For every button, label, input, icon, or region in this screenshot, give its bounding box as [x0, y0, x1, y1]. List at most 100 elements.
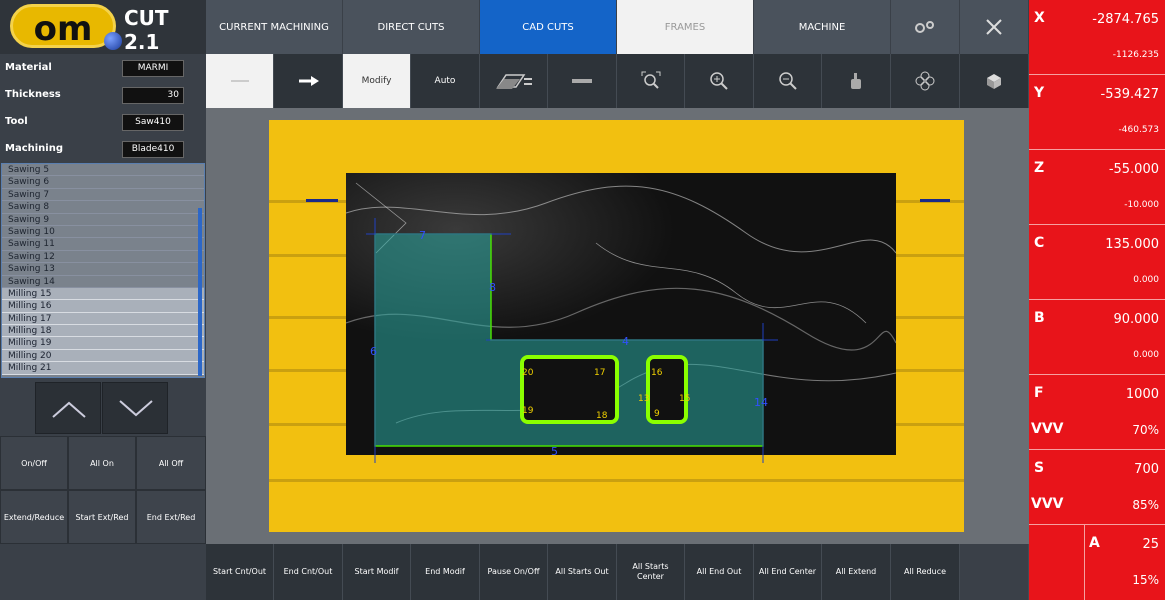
- all-off-button[interactable]: All Off: [136, 436, 206, 490]
- machining-field[interactable]: Blade410: [122, 141, 184, 158]
- pan-button[interactable]: [822, 54, 891, 108]
- all-end-out-button[interactable]: All End Out: [685, 544, 754, 600]
- list-item[interactable]: Sawing 9: [2, 214, 204, 226]
- cube-icon: [987, 74, 1001, 89]
- start-cnt-out-button[interactable]: Start Cnt/Out: [206, 544, 274, 600]
- speed-override-percent[interactable]: 85%: [1132, 498, 1159, 512]
- tab-machine[interactable]: MACHINE: [754, 0, 891, 54]
- material-field[interactable]: MARMI: [122, 60, 184, 77]
- aux-divider: [1084, 525, 1085, 600]
- list-item[interactable]: Sawing 13: [2, 263, 204, 276]
- extend-reduce-button[interactable]: Extend/Reduce: [0, 490, 68, 544]
- cut-label: 19: [522, 406, 534, 416]
- arrow-right-button[interactable]: [274, 54, 343, 108]
- axis-name: X: [1034, 10, 1045, 26]
- list-item[interactable]: Sawing 12: [2, 251, 204, 264]
- aux-name: A: [1089, 535, 1100, 551]
- aux-percent[interactable]: 15%: [1132, 573, 1159, 587]
- all-extend-button[interactable]: All Extend: [822, 544, 891, 600]
- scroll-up-button[interactable]: [35, 382, 101, 434]
- end-ext-red-button[interactable]: End Ext/Red: [136, 490, 206, 544]
- list-item[interactable]: Milling 15: [2, 287, 204, 301]
- list-item[interactable]: Milling 20: [2, 349, 204, 363]
- list-item[interactable]: Sawing 14: [2, 276, 204, 288]
- close-button[interactable]: [960, 0, 1029, 54]
- all-on-button[interactable]: All On: [68, 436, 136, 490]
- layers-button[interactable]: [480, 54, 548, 108]
- modify-button[interactable]: Modify: [343, 54, 411, 108]
- tool-label: Tool: [5, 116, 28, 127]
- settings-button[interactable]: [891, 0, 960, 54]
- cut-label: 4: [622, 335, 629, 348]
- list-item[interactable]: Milling 19: [2, 337, 204, 350]
- operations-list[interactable]: Sawing 5 Sawing 6 Sawing 7 Sawing 8 Sawi…: [1, 163, 205, 378]
- feed-override-label: VVV: [1031, 421, 1064, 437]
- list-item[interactable]: Milling 18: [2, 325, 204, 338]
- material-label: Material: [5, 62, 52, 73]
- slab-marker-left: [306, 199, 338, 202]
- list-item[interactable]: Sawing 5: [2, 164, 204, 177]
- list-scrollbar[interactable]: [198, 208, 202, 376]
- list-item[interactable]: Sawing 11: [2, 238, 204, 251]
- axis-position: -55.000: [1108, 162, 1159, 177]
- machining-label: Machining: [5, 143, 63, 154]
- tab-frames[interactable]: FRAMES: [617, 0, 754, 54]
- on-off-button[interactable]: On/Off: [0, 436, 68, 490]
- zoom-in-button[interactable]: [685, 54, 754, 108]
- thickness-field[interactable]: 30: [122, 87, 184, 104]
- start-modif-button[interactable]: Start Modif: [343, 544, 411, 600]
- arrow-left-button[interactable]: [206, 54, 274, 108]
- machining-row: Machining Blade410: [0, 136, 206, 163]
- start-ext-red-button[interactable]: Start Ext/Red: [68, 490, 136, 544]
- slab-marker-right: [920, 199, 950, 202]
- pause-on-off-button[interactable]: Pause On/Off: [480, 544, 548, 600]
- all-starts-out-button[interactable]: All Starts Out: [548, 544, 617, 600]
- hand-icon: [851, 73, 861, 89]
- list-item[interactable]: Milling 21: [2, 362, 204, 375]
- feed-override-percent[interactable]: 70%: [1132, 423, 1159, 437]
- list-item[interactable]: Sawing 6: [2, 176, 204, 189]
- arrow-right-icon: [299, 76, 319, 86]
- all-end-center-button[interactable]: All End Center: [754, 544, 822, 600]
- axis-position: -539.427: [1100, 87, 1159, 102]
- end-cnt-out-button[interactable]: End Cnt/Out: [274, 544, 343, 600]
- all-reduce-button[interactable]: All Reduce: [891, 544, 960, 600]
- close-icon: [986, 19, 1002, 35]
- axis-secondary: 0.000: [1133, 275, 1159, 285]
- tool-field[interactable]: Saw410: [122, 114, 184, 131]
- feed-name: F: [1034, 385, 1044, 401]
- axis-name: Z: [1034, 160, 1045, 176]
- tab-direct-cuts[interactable]: DIRECT CUTS: [343, 0, 480, 54]
- speed-name: S: [1034, 460, 1045, 476]
- end-modif-button[interactable]: End Modif: [411, 544, 480, 600]
- view-button[interactable]: [891, 54, 960, 108]
- axis-position: 135.000: [1105, 237, 1159, 252]
- tool-row: Tool Saw410: [0, 109, 206, 136]
- list-item[interactable]: Milling 16: [2, 300, 204, 313]
- tab-cad-cuts[interactable]: CAD CUTS: [480, 0, 617, 54]
- cut-label: 15: [679, 394, 690, 404]
- cut-label: 18: [596, 411, 608, 421]
- layers-icon: [495, 74, 532, 89]
- axis-readout-panel: X -2874.765 -1126.235 Y -539.427 -460.57…: [1029, 0, 1165, 600]
- tab-current-machining[interactable]: CURRENT MACHINING: [206, 0, 343, 54]
- bottom-empty-slot: [960, 544, 1029, 600]
- 3d-view-button[interactable]: [960, 54, 1029, 108]
- list-item[interactable]: Sawing 7: [2, 189, 204, 202]
- cut-label: 9: [654, 409, 660, 419]
- all-starts-center-button[interactable]: All Starts Center: [617, 544, 685, 600]
- thickness-row: Thickness 30: [0, 82, 206, 109]
- list-item[interactable]: Sawing 10: [2, 226, 204, 239]
- feed-readout: F 1000 VVV 70%: [1029, 375, 1165, 450]
- cut-label: 7: [419, 229, 426, 242]
- list-item[interactable]: Milling 17: [2, 312, 204, 326]
- dash-button[interactable]: [548, 54, 617, 108]
- scroll-down-button[interactable]: [102, 382, 168, 434]
- axis-position: 90.000: [1113, 312, 1160, 327]
- zoom-fit-icon: [641, 71, 660, 89]
- list-item[interactable]: Sawing 8: [2, 201, 204, 214]
- zoom-fit-button[interactable]: [617, 54, 685, 108]
- zoom-out-button[interactable]: [754, 54, 822, 108]
- axis-secondary: -460.573: [1118, 125, 1159, 135]
- auto-button[interactable]: Auto: [411, 54, 480, 108]
